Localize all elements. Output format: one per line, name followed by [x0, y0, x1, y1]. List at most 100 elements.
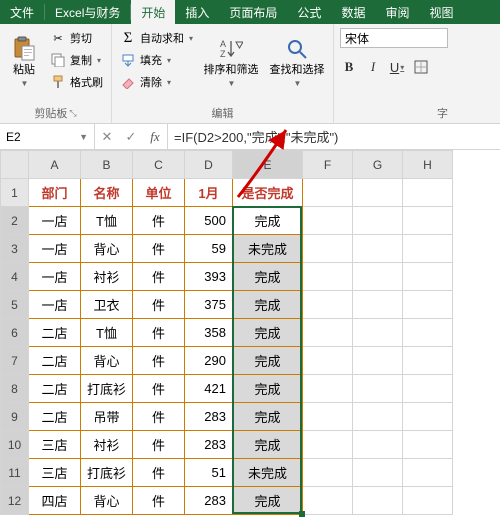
cell[interactable]: 一店 — [29, 263, 81, 291]
cell[interactable] — [403, 459, 453, 487]
cell[interactable]: 件 — [133, 487, 185, 515]
menu-data[interactable]: 数据 — [331, 0, 375, 24]
cell[interactable]: 一店 — [29, 291, 81, 319]
cell[interactable]: 完成 — [233, 207, 303, 235]
cell[interactable] — [303, 291, 353, 319]
border-button[interactable] — [412, 58, 430, 76]
cell[interactable] — [303, 431, 353, 459]
cell[interactable] — [403, 403, 453, 431]
cell[interactable]: 二店 — [29, 403, 81, 431]
cell[interactable]: 500 — [185, 207, 233, 235]
table-header-cell[interactable]: 是否完成 — [233, 179, 303, 207]
cell[interactable]: 375 — [185, 291, 233, 319]
cell[interactable]: 完成 — [233, 319, 303, 347]
cell[interactable]: 283 — [185, 431, 233, 459]
cell[interactable] — [303, 375, 353, 403]
cell[interactable] — [353, 179, 403, 207]
paste-button[interactable]: 粘贴 ▼ — [6, 28, 42, 96]
cell[interactable] — [403, 291, 453, 319]
cell[interactable]: 卫衣 — [81, 291, 133, 319]
menu-excel-finance[interactable]: Excel与财务 — [45, 0, 130, 24]
cell[interactable]: 件 — [133, 347, 185, 375]
cell[interactable] — [403, 179, 453, 207]
cell[interactable]: 完成 — [233, 347, 303, 375]
cell[interactable] — [303, 459, 353, 487]
cell[interactable]: 件 — [133, 459, 185, 487]
italic-button[interactable]: I — [364, 58, 382, 76]
cell[interactable] — [303, 263, 353, 291]
bold-button[interactable]: B — [340, 58, 358, 76]
row-header[interactable]: 12 — [1, 487, 29, 515]
row-header[interactable]: 11 — [1, 459, 29, 487]
cell[interactable]: 衬衫 — [81, 263, 133, 291]
col-header[interactable]: A — [29, 151, 81, 179]
cell[interactable]: 四店 — [29, 487, 81, 515]
cell[interactable] — [403, 263, 453, 291]
cell[interactable]: 59 — [185, 235, 233, 263]
row-header[interactable]: 10 — [1, 431, 29, 459]
formula-input[interactable]: =IF(D2>200,"完成","未完成") — [168, 124, 500, 149]
table-header-cell[interactable]: 名称 — [81, 179, 133, 207]
cell[interactable]: 283 — [185, 487, 233, 515]
cell[interactable]: 三店 — [29, 431, 81, 459]
cell[interactable] — [353, 263, 403, 291]
cell[interactable]: 51 — [185, 459, 233, 487]
cell[interactable] — [303, 179, 353, 207]
cell[interactable]: 二店 — [29, 347, 81, 375]
cell[interactable]: 件 — [133, 403, 185, 431]
cell[interactable] — [303, 487, 353, 515]
row-header[interactable]: 5 — [1, 291, 29, 319]
cell[interactable] — [353, 375, 403, 403]
cell[interactable]: 衬衫 — [81, 431, 133, 459]
col-header[interactable]: F — [303, 151, 353, 179]
cell[interactable]: 完成 — [233, 487, 303, 515]
cell[interactable]: 完成 — [233, 431, 303, 459]
cell[interactable] — [303, 319, 353, 347]
menu-start[interactable]: 开始 — [131, 0, 175, 24]
cell[interactable] — [403, 319, 453, 347]
cell[interactable]: 完成 — [233, 263, 303, 291]
menu-view[interactable]: 视图 — [419, 0, 463, 24]
cell[interactable] — [353, 319, 403, 347]
cell[interactable]: 件 — [133, 291, 185, 319]
cell[interactable]: 283 — [185, 403, 233, 431]
fill-button[interactable]: 填充 ▾ — [118, 50, 195, 70]
cell[interactable]: 421 — [185, 375, 233, 403]
select-all-corner[interactable] — [1, 151, 29, 179]
cell[interactable]: T恤 — [81, 207, 133, 235]
cell[interactable]: 未完成 — [233, 459, 303, 487]
cell[interactable]: 件 — [133, 375, 185, 403]
menu-file[interactable]: 文件 — [0, 0, 44, 24]
cell[interactable] — [303, 207, 353, 235]
cell[interactable] — [303, 347, 353, 375]
menu-formulas[interactable]: 公式 — [287, 0, 331, 24]
col-header[interactable]: G — [353, 151, 403, 179]
cell[interactable]: 一店 — [29, 207, 81, 235]
cell[interactable]: 件 — [133, 319, 185, 347]
find-select-button[interactable]: 查找和选择 ▼ — [267, 28, 327, 96]
cell[interactable]: 件 — [133, 207, 185, 235]
cell[interactable] — [403, 375, 453, 403]
cell[interactable]: 打底衫 — [81, 459, 133, 487]
row-header[interactable]: 8 — [1, 375, 29, 403]
cell[interactable] — [353, 487, 403, 515]
table-header-cell[interactable]: 单位 — [133, 179, 185, 207]
confirm-formula-button[interactable]: ✓ — [119, 129, 143, 145]
cell[interactable]: 290 — [185, 347, 233, 375]
row-header[interactable]: 9 — [1, 403, 29, 431]
cell[interactable]: T恤 — [81, 319, 133, 347]
table-header-cell[interactable]: 1月 — [185, 179, 233, 207]
col-header[interactable]: E — [233, 151, 303, 179]
cell[interactable]: 完成 — [233, 291, 303, 319]
col-header[interactable]: B — [81, 151, 133, 179]
cut-button[interactable]: ✂ 剪切 — [48, 28, 105, 48]
font-family-input[interactable] — [340, 28, 448, 48]
cell[interactable]: 背心 — [81, 487, 133, 515]
row-header[interactable]: 1 — [1, 179, 29, 207]
cancel-formula-button[interactable]: ✕ — [95, 129, 119, 145]
cell[interactable]: 358 — [185, 319, 233, 347]
cell[interactable]: 未完成 — [233, 235, 303, 263]
row-header[interactable]: 6 — [1, 319, 29, 347]
cell[interactable] — [353, 347, 403, 375]
autosum-button[interactable]: Σ 自动求和 ▾ — [118, 28, 195, 48]
